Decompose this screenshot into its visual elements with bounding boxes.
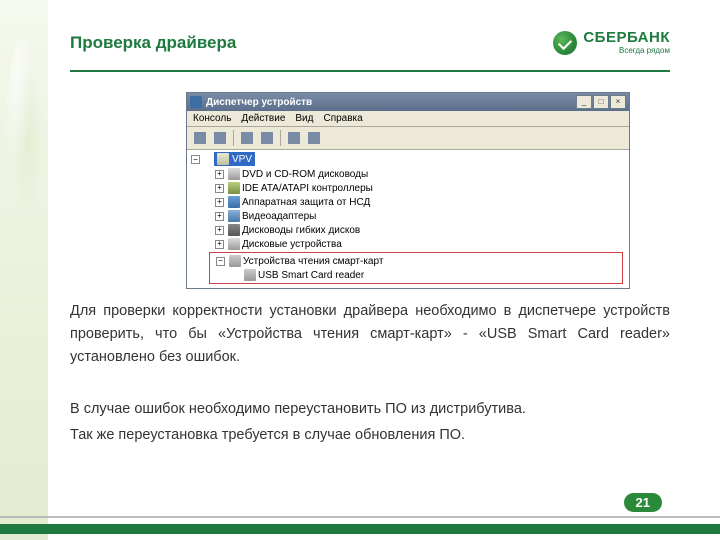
tree-item-usb-smartcard-reader[interactable]: USB Smart Card reader: [242, 268, 622, 282]
tree-label: IDE ATA/ATAPI контроллеры: [242, 183, 373, 194]
tree-item-ide[interactable]: + IDE ATA/ATAPI контроллеры: [213, 181, 627, 195]
device-tree: − VPV + DVD и CD-ROM дисководы + IDE ATA…: [187, 150, 629, 288]
tree-label: Аппаратная защита от НСД: [242, 197, 370, 208]
root-label: VPV: [232, 154, 252, 165]
tree-label: Дисковые устройства: [242, 239, 342, 250]
sberbank-logo: СБЕРБАНК Всегда рядом: [553, 30, 670, 55]
menubar: Консоль Действие Вид Справка: [187, 111, 629, 127]
logo-name: СБЕРБАНК: [583, 30, 670, 45]
tree-label: USB Smart Card reader: [258, 270, 364, 281]
disk-icon: [228, 238, 240, 250]
tree-item-hwprotect[interactable]: + Аппаратная защита от НСД: [213, 195, 627, 209]
tree-item-disk[interactable]: + Дисковые устройства: [213, 237, 627, 251]
smartcard-highlight-box: − Устройства чтения смарт-карт USB Smart…: [209, 252, 623, 284]
floppy-icon: [228, 224, 240, 236]
paragraph-1: Для проверки корректности установки драй…: [70, 300, 670, 370]
tree-root[interactable]: VPV: [214, 152, 255, 166]
paragraph-2: В случае ошибок необходимо переустановит…: [70, 398, 670, 421]
device-manager-window: Диспетчер устройств _ □ × Консоль Действ…: [186, 92, 630, 289]
shield-icon: [228, 196, 240, 208]
menu-console[interactable]: Консоль: [193, 113, 231, 124]
menu-action[interactable]: Действие: [241, 113, 285, 124]
tree-item-video[interactable]: + Видеоадаптеры: [213, 209, 627, 223]
expand-icon[interactable]: −: [216, 257, 225, 266]
tool-view[interactable]: [238, 129, 256, 147]
expand-icon[interactable]: +: [215, 184, 224, 193]
side-decoration: [0, 0, 48, 540]
expand-icon[interactable]: +: [215, 240, 224, 249]
page-title: Проверка драйвера: [70, 33, 236, 53]
tree-item-floppy[interactable]: + Дисководы гибких дисков: [213, 223, 627, 237]
reader-icon: [244, 269, 256, 281]
paragraph-3: Так же переустановка требуется в случае …: [70, 424, 670, 447]
reader-icon: [229, 255, 241, 267]
footer-divider-gray: [0, 516, 720, 518]
app-icon: [190, 96, 202, 108]
close-button[interactable]: ×: [610, 95, 626, 109]
menu-help[interactable]: Справка: [323, 113, 362, 124]
tool-back[interactable]: [191, 129, 209, 147]
expand-icon[interactable]: +: [215, 198, 224, 207]
tree-label: Дисководы гибких дисков: [242, 225, 360, 236]
expand-icon[interactable]: +: [215, 226, 224, 235]
footer-divider-green: [0, 524, 720, 534]
tool-scan[interactable]: [285, 129, 303, 147]
tool-props[interactable]: [258, 129, 276, 147]
header: Проверка драйвера СБЕРБАНК Всегда рядом: [70, 30, 670, 55]
tree-label: Устройства чтения смарт-карт: [243, 256, 383, 267]
window-title: Диспетчер устройств: [206, 97, 312, 108]
tree-item-smartcard-group[interactable]: − Устройства чтения смарт-карт: [214, 254, 622, 268]
expand-icon[interactable]: −: [191, 155, 200, 164]
window-controls: _ □ ×: [576, 95, 626, 109]
disc-icon: [228, 168, 240, 180]
minimize-button[interactable]: _: [576, 95, 592, 109]
expand-icon[interactable]: +: [215, 170, 224, 179]
maximize-button[interactable]: □: [593, 95, 609, 109]
toolbar-separator: [280, 130, 281, 146]
computer-icon: [217, 153, 229, 165]
toolbar-separator: [233, 130, 234, 146]
logo-tagline: Всегда рядом: [583, 47, 670, 55]
menu-view[interactable]: Вид: [295, 113, 313, 124]
tool-forward[interactable]: [211, 129, 229, 147]
monitor-icon: [228, 210, 240, 222]
tool-refresh[interactable]: [305, 129, 323, 147]
toolbar: [187, 127, 629, 150]
page-number-badge: 21: [624, 493, 662, 512]
sberbank-logo-icon: [553, 31, 577, 55]
controller-icon: [228, 182, 240, 194]
tree-label: Видеоадаптеры: [242, 211, 316, 222]
titlebar: Диспетчер устройств _ □ ×: [187, 93, 629, 111]
expand-icon[interactable]: +: [215, 212, 224, 221]
tree-item-dvd[interactable]: + DVD и CD-ROM дисководы: [213, 167, 627, 181]
header-divider: [70, 70, 670, 72]
tree-label: DVD и CD-ROM дисководы: [242, 169, 368, 180]
